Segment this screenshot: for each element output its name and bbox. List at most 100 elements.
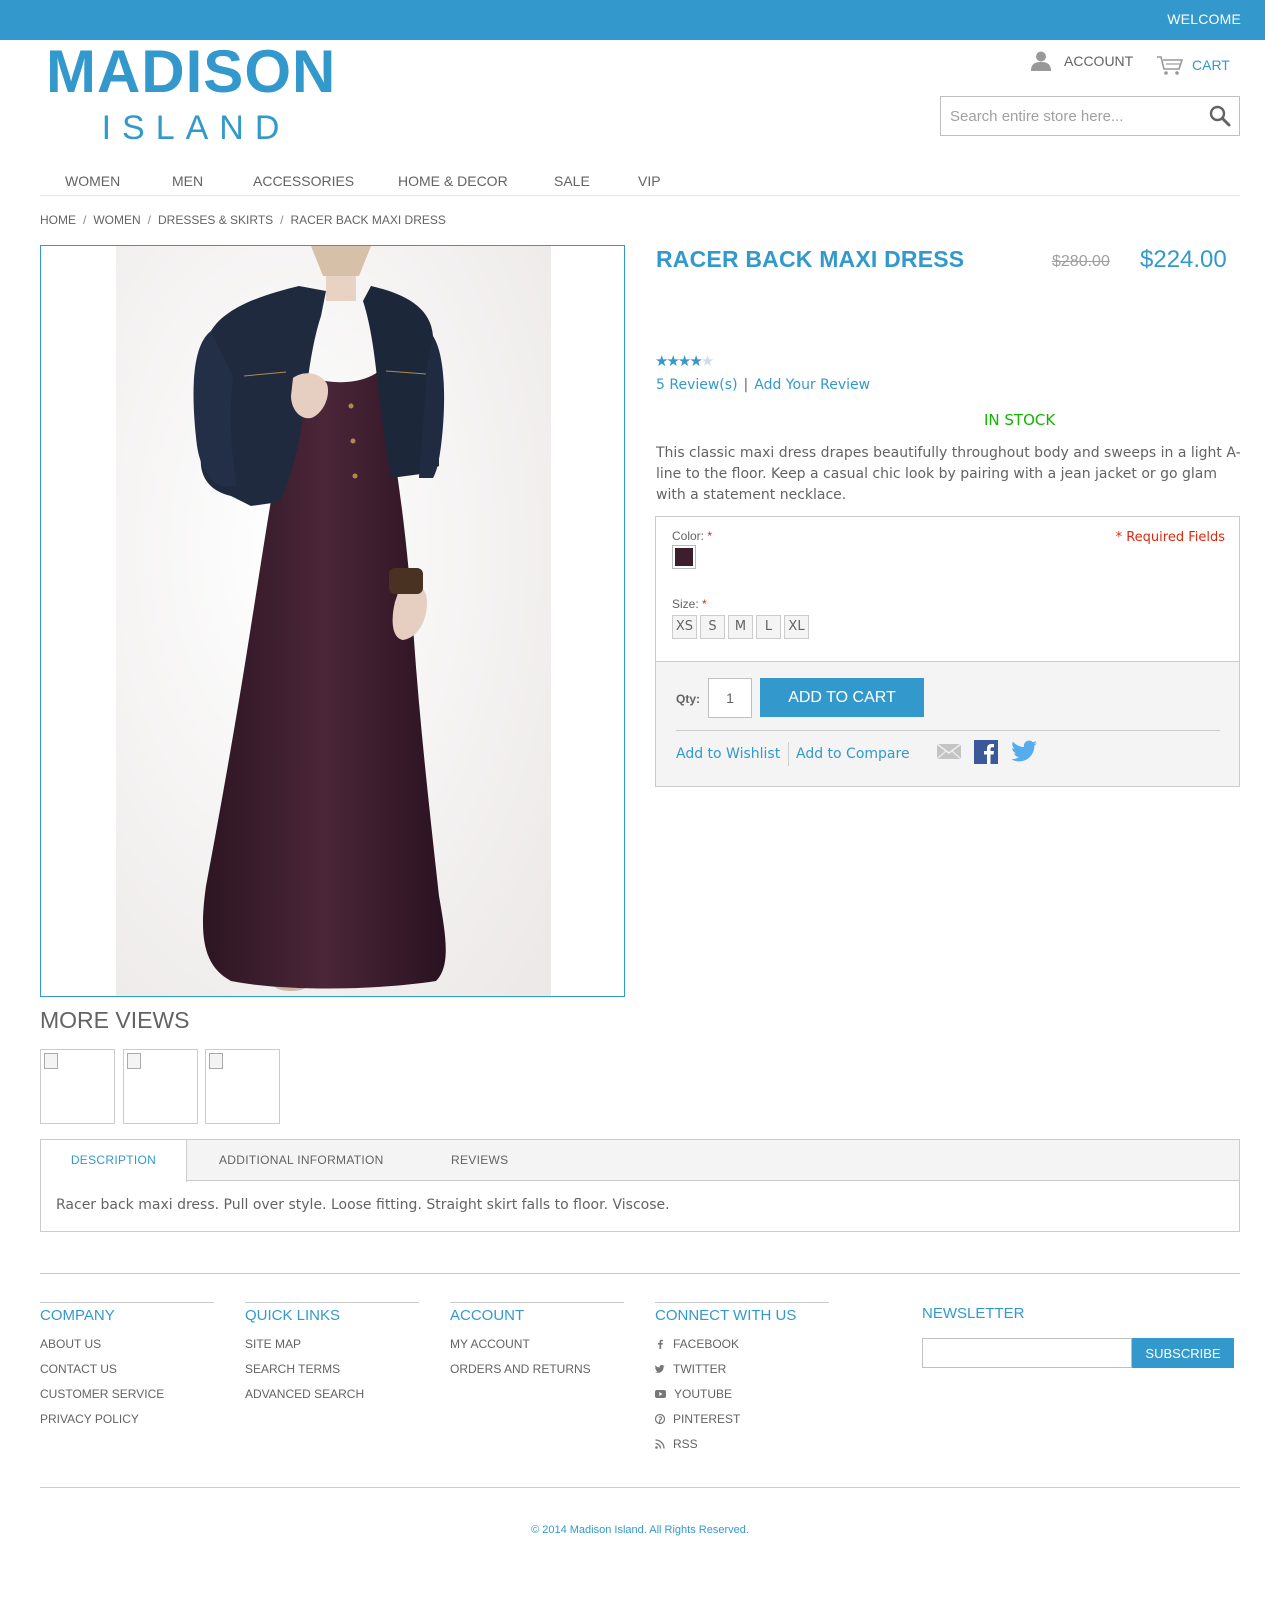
add-to-cart-box: Qty: ADD TO CART Add to Wishlist Add to … bbox=[655, 661, 1240, 787]
footer-divider bbox=[40, 1273, 1240, 1274]
star-icon: ★ bbox=[689, 353, 703, 370]
cart-icon bbox=[1157, 56, 1184, 75]
star-icon: ★ bbox=[655, 353, 669, 370]
qty-input[interactable] bbox=[708, 678, 752, 718]
footer-link-privacy-policy[interactable]: PRIVACY POLICY bbox=[40, 1407, 214, 1432]
breadcrumb-current: RACER BACK MAXI DRESS bbox=[290, 213, 446, 227]
subscribe-button[interactable]: SUBSCRIBE bbox=[1132, 1338, 1234, 1368]
logo-line-2: ISLAND bbox=[101, 109, 291, 147]
size-label: Size: * bbox=[672, 597, 707, 611]
size-swatch-l[interactable]: L bbox=[756, 615, 781, 639]
footer-link-orders-returns[interactable]: ORDERS AND RETURNS bbox=[450, 1357, 624, 1382]
tab-additional-information[interactable]: ADDITIONAL INFORMATION bbox=[219, 1140, 384, 1181]
product-tabs: DESCRIPTION ADDITIONAL INFORMATION REVIE… bbox=[40, 1139, 1240, 1232]
rss-icon bbox=[655, 1439, 665, 1449]
rating-stars: ★★★★★ bbox=[655, 353, 715, 370]
thumbnail-2[interactable] bbox=[123, 1049, 198, 1124]
add-to-wishlist-link[interactable]: Add to Wishlist bbox=[676, 746, 780, 762]
nav-item-women[interactable]: WOMEN bbox=[65, 173, 120, 189]
footer-link-pinterest[interactable]: PINTEREST bbox=[654, 1407, 829, 1432]
star-icon: ★ bbox=[677, 353, 692, 370]
cart-label: CART bbox=[1192, 57, 1230, 73]
divider bbox=[676, 730, 1220, 731]
tab-description[interactable]: DESCRIPTION bbox=[41, 1140, 187, 1182]
newsletter-email-input[interactable] bbox=[922, 1338, 1132, 1368]
footer-connect: CONNECT WITH US FACEBOOK TWITTER YOUTUBE… bbox=[654, 1302, 829, 1457]
star-icon: ★ bbox=[666, 353, 680, 370]
nav-item-men[interactable]: MEN bbox=[172, 173, 203, 189]
facebook-icon bbox=[658, 1339, 663, 1349]
facebook-icon bbox=[974, 740, 998, 764]
nav-item-accessories[interactable]: ACCESSORIES bbox=[253, 173, 354, 189]
thumbnail-1[interactable] bbox=[40, 1049, 115, 1124]
size-swatch-s[interactable]: S bbox=[700, 615, 725, 639]
site-logo[interactable]: MADISON ISLAND bbox=[46, 40, 336, 148]
footer-link-customer-service[interactable]: CUSTOMER SERVICE bbox=[40, 1382, 214, 1407]
facebook-share-button[interactable] bbox=[974, 740, 998, 769]
footer-newsletter: NEWSLETTER SUBSCRIBE bbox=[922, 1305, 1234, 1368]
color-swatch[interactable] bbox=[672, 545, 696, 569]
footer-quick-links-title: QUICK LINKS bbox=[245, 1307, 341, 1324]
footer-link-site-map[interactable]: SITE MAP bbox=[245, 1332, 419, 1357]
size-swatch-m[interactable]: M bbox=[728, 615, 753, 639]
special-price: $224.00 bbox=[1140, 246, 1227, 273]
review-links: 5 Review(s) | Add Your Review bbox=[656, 377, 870, 393]
twitter-share-button[interactable] bbox=[1011, 740, 1038, 767]
footer-company: COMPANY ABOUT US CONTACT US CUSTOMER SER… bbox=[40, 1302, 214, 1432]
add-to-compare-link[interactable]: Add to Compare bbox=[796, 746, 910, 762]
email-icon bbox=[936, 743, 962, 760]
stock-status: IN STOCK bbox=[984, 411, 1056, 429]
color-label: Color: * bbox=[672, 529, 713, 543]
logo-line-1: MADISON bbox=[46, 38, 337, 105]
footer-account: ACCOUNT MY ACCOUNT ORDERS AND RETURNS bbox=[450, 1302, 624, 1382]
breadcrumb-women[interactable]: WOMEN bbox=[93, 213, 140, 227]
email-share-button[interactable] bbox=[936, 740, 962, 767]
size-swatch-xs[interactable]: XS bbox=[672, 615, 697, 639]
footer-connect-title: CONNECT WITH US bbox=[655, 1307, 797, 1324]
footer-link-about-us[interactable]: ABOUT US bbox=[40, 1332, 214, 1357]
add-to-cart-button[interactable]: ADD TO CART bbox=[760, 678, 924, 717]
product-name: RACER BACK MAXI DRESS bbox=[656, 246, 965, 272]
twitter-icon bbox=[1011, 740, 1037, 762]
footer-link-facebook[interactable]: FACEBOOK bbox=[655, 1332, 829, 1357]
twitter-icon bbox=[655, 1365, 665, 1373]
search-box bbox=[940, 96, 1240, 136]
search-input[interactable] bbox=[941, 97, 1191, 135]
newsletter-title: NEWSLETTER bbox=[922, 1305, 1025, 1322]
qty-label: Qty: bbox=[676, 692, 700, 706]
footer-link-search-terms[interactable]: SEARCH TERMS bbox=[245, 1357, 419, 1382]
account-label: ACCOUNT bbox=[1064, 53, 1134, 69]
footer-link-contact-us[interactable]: CONTACT US bbox=[40, 1357, 214, 1382]
old-price: $280.00 bbox=[1052, 253, 1110, 270]
tab-description-content: Racer back maxi dress. Pull over style. … bbox=[56, 1197, 670, 1213]
review-separator: | bbox=[743, 377, 749, 393]
footer-link-my-account[interactable]: MY ACCOUNT bbox=[450, 1332, 624, 1357]
breadcrumb-dresses-skirts[interactable]: DRESSES & SKIRTS bbox=[158, 213, 273, 227]
thumbnail-3[interactable] bbox=[205, 1049, 280, 1124]
youtube-icon bbox=[655, 1390, 666, 1398]
size-swatch-xl[interactable]: XL bbox=[784, 615, 809, 639]
star-empty-icon: ★ bbox=[700, 353, 715, 370]
short-description: This classic maxi dress drapes beautiful… bbox=[656, 445, 1241, 503]
breadcrumb-home[interactable]: HOME bbox=[40, 213, 76, 227]
breadcrumb: HOME / WOMEN / DRESSES & SKIRTS / RACER BACK M… bbox=[40, 213, 446, 227]
welcome-message: WELCOME bbox=[1167, 11, 1241, 27]
add-review-link[interactable]: Add Your Review bbox=[754, 377, 870, 393]
footer-link-advanced-search[interactable]: ADVANCED SEARCH bbox=[245, 1382, 419, 1407]
search-button[interactable] bbox=[1209, 105, 1231, 127]
nav-item-sale[interactable]: SALE bbox=[554, 173, 590, 189]
account-link[interactable]: ACCOUNT bbox=[1030, 50, 1133, 72]
tab-reviews[interactable]: REVIEWS bbox=[451, 1140, 508, 1181]
footer-divider bbox=[40, 1487, 1240, 1488]
product-options: Color: * * Required Fields Size: * XS S … bbox=[655, 516, 1240, 661]
footer-link-twitter[interactable]: TWITTER bbox=[655, 1357, 829, 1382]
footer-link-rss[interactable]: RSS bbox=[655, 1432, 829, 1457]
product-main-image[interactable] bbox=[40, 245, 625, 997]
required-fields-note: * Required Fields bbox=[1115, 530, 1225, 545]
footer-link-youtube[interactable]: YOUTUBE bbox=[655, 1382, 829, 1407]
reviews-link[interactable]: 5 Review(s) bbox=[656, 377, 738, 393]
nav-item-home-decor[interactable]: HOME & DECOR bbox=[398, 173, 508, 189]
user-icon bbox=[1031, 51, 1051, 71]
nav-item-vip[interactable]: VIP bbox=[638, 173, 661, 189]
cart-link[interactable]: CART bbox=[1156, 54, 1230, 76]
